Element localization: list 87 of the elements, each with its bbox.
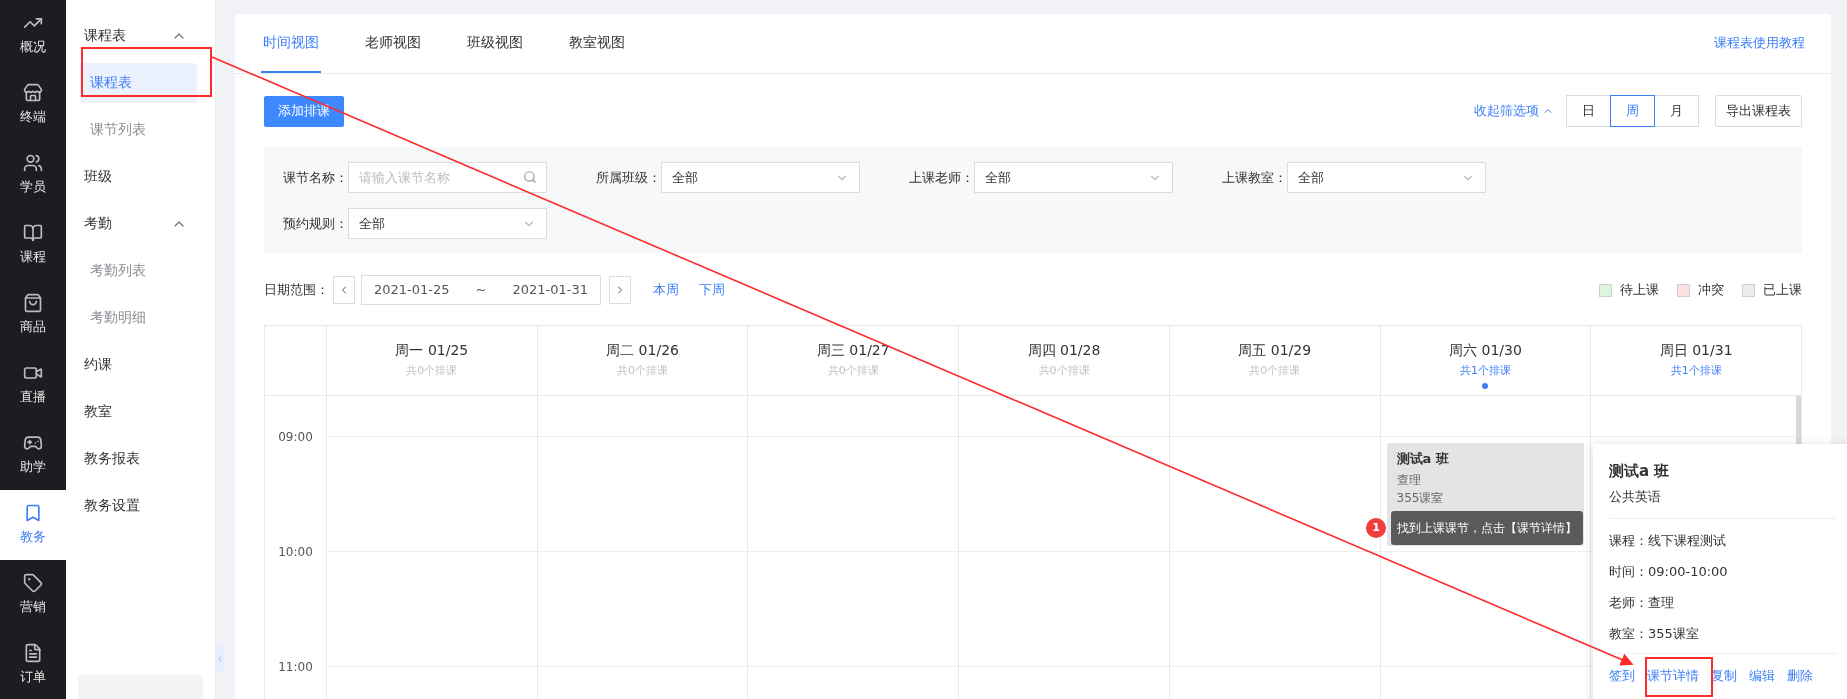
popover-action-link[interactable]: 删除 bbox=[1787, 666, 1813, 686]
legend-label: 已上课 bbox=[1763, 281, 1802, 300]
nav-item[interactable]: 终端 bbox=[0, 70, 66, 140]
popover-action-link[interactable]: 签到 bbox=[1609, 666, 1635, 686]
nav-item[interactable]: 订单 bbox=[0, 630, 66, 699]
week-link[interactable]: 下周 bbox=[699, 280, 725, 300]
tag-icon bbox=[23, 573, 43, 594]
nav-item[interactable]: 课程 bbox=[0, 210, 66, 280]
popover-detail: 课程：线下课程测试 bbox=[1609, 532, 1727, 550]
legend-label: 冲突 bbox=[1698, 281, 1724, 300]
time-label: 09:00 bbox=[278, 429, 313, 446]
subnav-item[interactable]: 约课 bbox=[74, 344, 197, 385]
view-tab[interactable]: 时间视图 bbox=[261, 13, 321, 73]
day-lesson-count[interactable]: 共1个排课 bbox=[1459, 363, 1511, 380]
chevron-left-icon bbox=[216, 654, 224, 664]
day-title: 周一 01/25 bbox=[395, 341, 469, 360]
day-title: 周日 01/31 bbox=[1659, 341, 1733, 360]
highlight-frame bbox=[1645, 657, 1713, 697]
filter-label: 课节名称： bbox=[282, 168, 348, 187]
help-link[interactable]: 课程表使用教程 bbox=[1714, 13, 1805, 73]
nav-item[interactable]: 学员 bbox=[0, 140, 66, 210]
guide-tooltip: 找到上课课节，点击【课节详情】 bbox=[1391, 511, 1583, 545]
popover-subtitle: 公共英语 bbox=[1609, 487, 1662, 506]
bag-icon bbox=[23, 293, 43, 314]
nav-item[interactable]: 直播 bbox=[0, 350, 66, 420]
day-title: 周二 01/26 bbox=[606, 341, 679, 360]
day-title: 周三 01/27 bbox=[816, 341, 890, 360]
time-label: 11:00 bbox=[278, 659, 313, 676]
next-week-button[interactable] bbox=[609, 276, 631, 304]
subnav-item[interactable]: 班级 bbox=[74, 156, 197, 197]
subnav-item[interactable]: 课程表 bbox=[74, 15, 197, 56]
document-icon bbox=[23, 643, 43, 664]
view-tab[interactable]: 班级视图 bbox=[465, 13, 525, 73]
book-icon bbox=[23, 223, 43, 244]
subnav-item[interactable]: 教务设置 bbox=[74, 485, 197, 526]
select-field[interactable]: 全部 bbox=[974, 162, 1173, 193]
select-field[interactable]: 全部 bbox=[1287, 162, 1486, 193]
lesson-room: 355课室 bbox=[1396, 489, 1445, 507]
week-link[interactable]: 本周 bbox=[653, 280, 679, 300]
nav-item[interactable]: 营销 bbox=[0, 560, 66, 630]
subnav-item[interactable]: 课程表 bbox=[80, 62, 197, 103]
bookmark-icon bbox=[23, 503, 43, 524]
day-lesson-count[interactable]: 共1个排课 bbox=[1670, 363, 1722, 380]
subnav-item[interactable]: 考勤 bbox=[74, 203, 197, 244]
view-mode-button[interactable]: 周 bbox=[1610, 95, 1655, 127]
view-mode-button[interactable]: 日 bbox=[1566, 95, 1611, 127]
search-field[interactable]: 请输入课节名称 bbox=[348, 162, 547, 193]
subnav-item[interactable]: 课节列表 bbox=[80, 109, 197, 150]
nav-item[interactable]: 教务 bbox=[0, 490, 66, 560]
popover-action-link[interactable]: 编辑 bbox=[1749, 666, 1775, 686]
filter-label: 所属班级： bbox=[595, 168, 661, 187]
subnav-item[interactable]: 教务报表 bbox=[74, 438, 197, 479]
subnav-item[interactable]: 教室 bbox=[74, 391, 197, 432]
collapse-filters-link[interactable]: 收起筛选项 bbox=[1474, 101, 1554, 121]
day-title: 周六 01/30 bbox=[1449, 341, 1522, 360]
view-tab[interactable]: 老师视图 bbox=[363, 13, 423, 73]
day-title: 周五 01/29 bbox=[1238, 341, 1312, 360]
date-range-field[interactable]: 2021-01-25 ~ 2021-01-31 bbox=[361, 275, 601, 305]
collapse-handle[interactable] bbox=[216, 646, 224, 672]
select-field[interactable]: 全部 bbox=[661, 162, 860, 193]
day-title: 周四 01/28 bbox=[1027, 341, 1101, 360]
filter-label: 上课老师： bbox=[908, 168, 974, 187]
lesson-title: 测试a 班 bbox=[1396, 450, 1450, 468]
nav-item[interactable]: 助学 bbox=[0, 420, 66, 490]
nav-item[interactable]: 概况 bbox=[0, 0, 66, 70]
subnav-item[interactable]: 考勤明细 bbox=[80, 297, 197, 338]
export-button[interactable]: 导出课程表 bbox=[1715, 95, 1802, 127]
popover-title: 测试a 班 bbox=[1609, 461, 1671, 482]
view-mode-button[interactable]: 月 bbox=[1654, 95, 1699, 127]
select-field[interactable]: 全部 bbox=[348, 208, 547, 239]
filter-label: 上课教室： bbox=[1221, 168, 1287, 187]
popover-detail: 老师：查理 bbox=[1609, 594, 1675, 612]
previous-week-button[interactable] bbox=[333, 276, 355, 304]
store-icon bbox=[23, 83, 43, 104]
people-icon bbox=[23, 153, 43, 174]
time-label: 10:00 bbox=[278, 544, 313, 561]
search-icon bbox=[523, 170, 537, 184]
popover-detail: 时间：09:00-10:00 bbox=[1609, 563, 1729, 581]
filter-label: 预约规则： bbox=[282, 214, 348, 233]
subnav-item[interactable]: 考勤列表 bbox=[80, 250, 197, 291]
popover-detail: 教室：355课室 bbox=[1609, 625, 1700, 643]
popover-action-link[interactable]: 课节详情 bbox=[1647, 666, 1699, 686]
view-tab[interactable]: 教室视图 bbox=[567, 13, 627, 73]
lesson-teacher: 查理 bbox=[1396, 471, 1422, 489]
legend-label: 待上课 bbox=[1620, 281, 1659, 300]
nav-item[interactable]: 商品 bbox=[0, 280, 66, 350]
date-range-label: 日期范围： bbox=[264, 281, 329, 300]
